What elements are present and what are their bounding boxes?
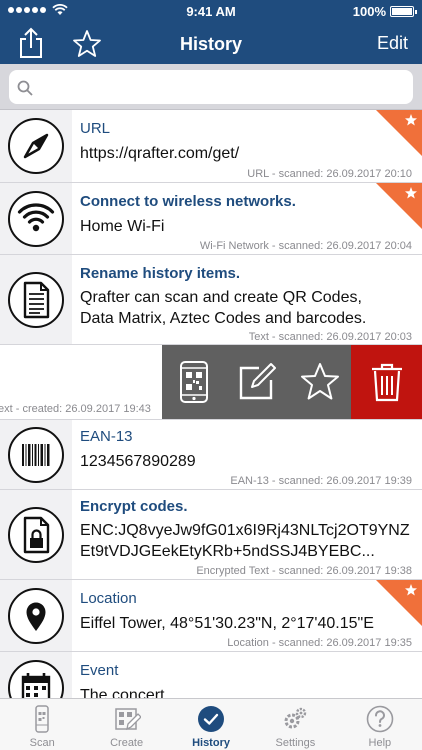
item-meta: EAN-13 - scanned: 26.09.2017 19:39 <box>230 475 412 487</box>
calendar-icon <box>8 660 64 698</box>
item-meta: Encrypted Text - scanned: 26.09.2017 19:… <box>196 565 412 577</box>
battery-percent: 100% <box>352 4 386 19</box>
history-item-swiped[interactable]: ext - created: 26.09.2017 19:43 <box>0 345 422 420</box>
page-title: History <box>179 34 242 54</box>
tab-label: History <box>192 737 230 749</box>
wifi-icon <box>8 191 64 247</box>
item-title: Rename history items. <box>80 265 241 282</box>
favorite-ribbon-icon <box>376 183 422 229</box>
create-code-icon <box>114 708 141 731</box>
item-meta: Text - scanned: 26.09.2017 20:03 <box>248 331 412 343</box>
locked-file-icon <box>8 507 64 563</box>
compass-icon <box>8 118 64 174</box>
search-field[interactable] <box>9 70 413 104</box>
item-content: https://qrafter.com/get/ <box>80 145 240 162</box>
tab-label: Create <box>110 737 144 749</box>
history-item-url[interactable]: URL https://qrafter.com/get/ URL - scann… <box>0 110 422 183</box>
barcode-icon <box>8 427 64 483</box>
favorite-button[interactable] <box>288 345 351 419</box>
item-title: Location <box>80 590 137 607</box>
tab-create[interactable]: Create <box>84 699 168 750</box>
history-item-text[interactable]: Rename history items. Qrafter can scan a… <box>0 255 422 345</box>
trash-icon <box>371 363 402 402</box>
checkmark-circle-icon <box>198 706 225 732</box>
edit-button[interactable]: Edit <box>377 33 408 54</box>
item-title: EAN-13 <box>80 428 133 445</box>
battery-icon <box>390 6 417 17</box>
star-icon[interactable] <box>72 29 102 59</box>
history-item-encrypted[interactable]: Encrypt codes. ENC:JQ8vyeJw9fG01x6I9Rj43… <box>0 490 422 580</box>
tab-label: Scan <box>29 737 55 749</box>
favorite-ribbon-icon <box>376 110 422 156</box>
search-bar <box>0 64 422 110</box>
edit-icon <box>239 363 276 400</box>
tab-label: Settings <box>275 737 316 749</box>
item-content: Home Wi-Fi <box>80 218 165 235</box>
item-meta: ext - created: 26.09.2017 19:43 <box>0 403 151 415</box>
item-title: Encrypt codes. <box>80 498 188 515</box>
document-icon <box>8 272 64 328</box>
favorite-ribbon-icon <box>376 580 422 626</box>
phone-qr-icon <box>179 361 208 403</box>
navigation-bar: 9:41 AM 100% History Edit <box>0 0 422 64</box>
location-pin-icon <box>8 588 64 644</box>
tab-history[interactable]: History <box>169 699 253 750</box>
delete-button[interactable] <box>351 345 422 419</box>
history-item-location[interactable]: Location Eiffel Tower, 48°51'30.23"N, 2°… <box>0 580 422 652</box>
swipe-actions <box>162 345 422 419</box>
history-item-wifi[interactable]: Connect to wireless networks. Home Wi-Fi… <box>0 183 422 255</box>
item-content: The concert <box>80 687 165 698</box>
phone-scan-icon <box>35 705 49 733</box>
status-bar: 9:41 AM 100% <box>0 0 422 22</box>
history-list: URL https://qrafter.com/get/ URL - scann… <box>0 110 422 698</box>
search-input[interactable] <box>39 70 399 104</box>
rename-button[interactable] <box>225 345 288 419</box>
tab-bar: Scan Create History Settings Help <box>0 698 422 750</box>
share-icon[interactable] <box>16 27 46 59</box>
item-content: ENC:JQ8vyeJw9fG01x6I9Rj43NLTcj2OT9YNZEt9… <box>80 522 410 560</box>
tab-scan[interactable]: Scan <box>0 699 84 750</box>
tab-label: Help <box>368 737 392 749</box>
item-title: Connect to wireless networks. <box>80 193 296 210</box>
item-content: 1234567890289 <box>80 453 196 470</box>
tab-help[interactable]: Help <box>338 699 422 750</box>
show-code-button[interactable] <box>162 345 225 419</box>
history-item-barcode[interactable]: EAN-13 1234567890289 EAN-13 - scanned: 2… <box>0 420 422 490</box>
star-icon <box>300 363 339 400</box>
history-item-event[interactable]: Event The concert <box>0 652 422 698</box>
search-icon <box>17 80 33 96</box>
item-content: Qrafter can scan and create QR Codes, Da… <box>80 289 367 327</box>
item-title: URL <box>80 120 111 137</box>
tab-settings[interactable]: Settings <box>253 699 337 750</box>
help-icon <box>366 705 394 733</box>
gear-icon <box>284 707 307 729</box>
item-title: Event <box>80 662 119 679</box>
